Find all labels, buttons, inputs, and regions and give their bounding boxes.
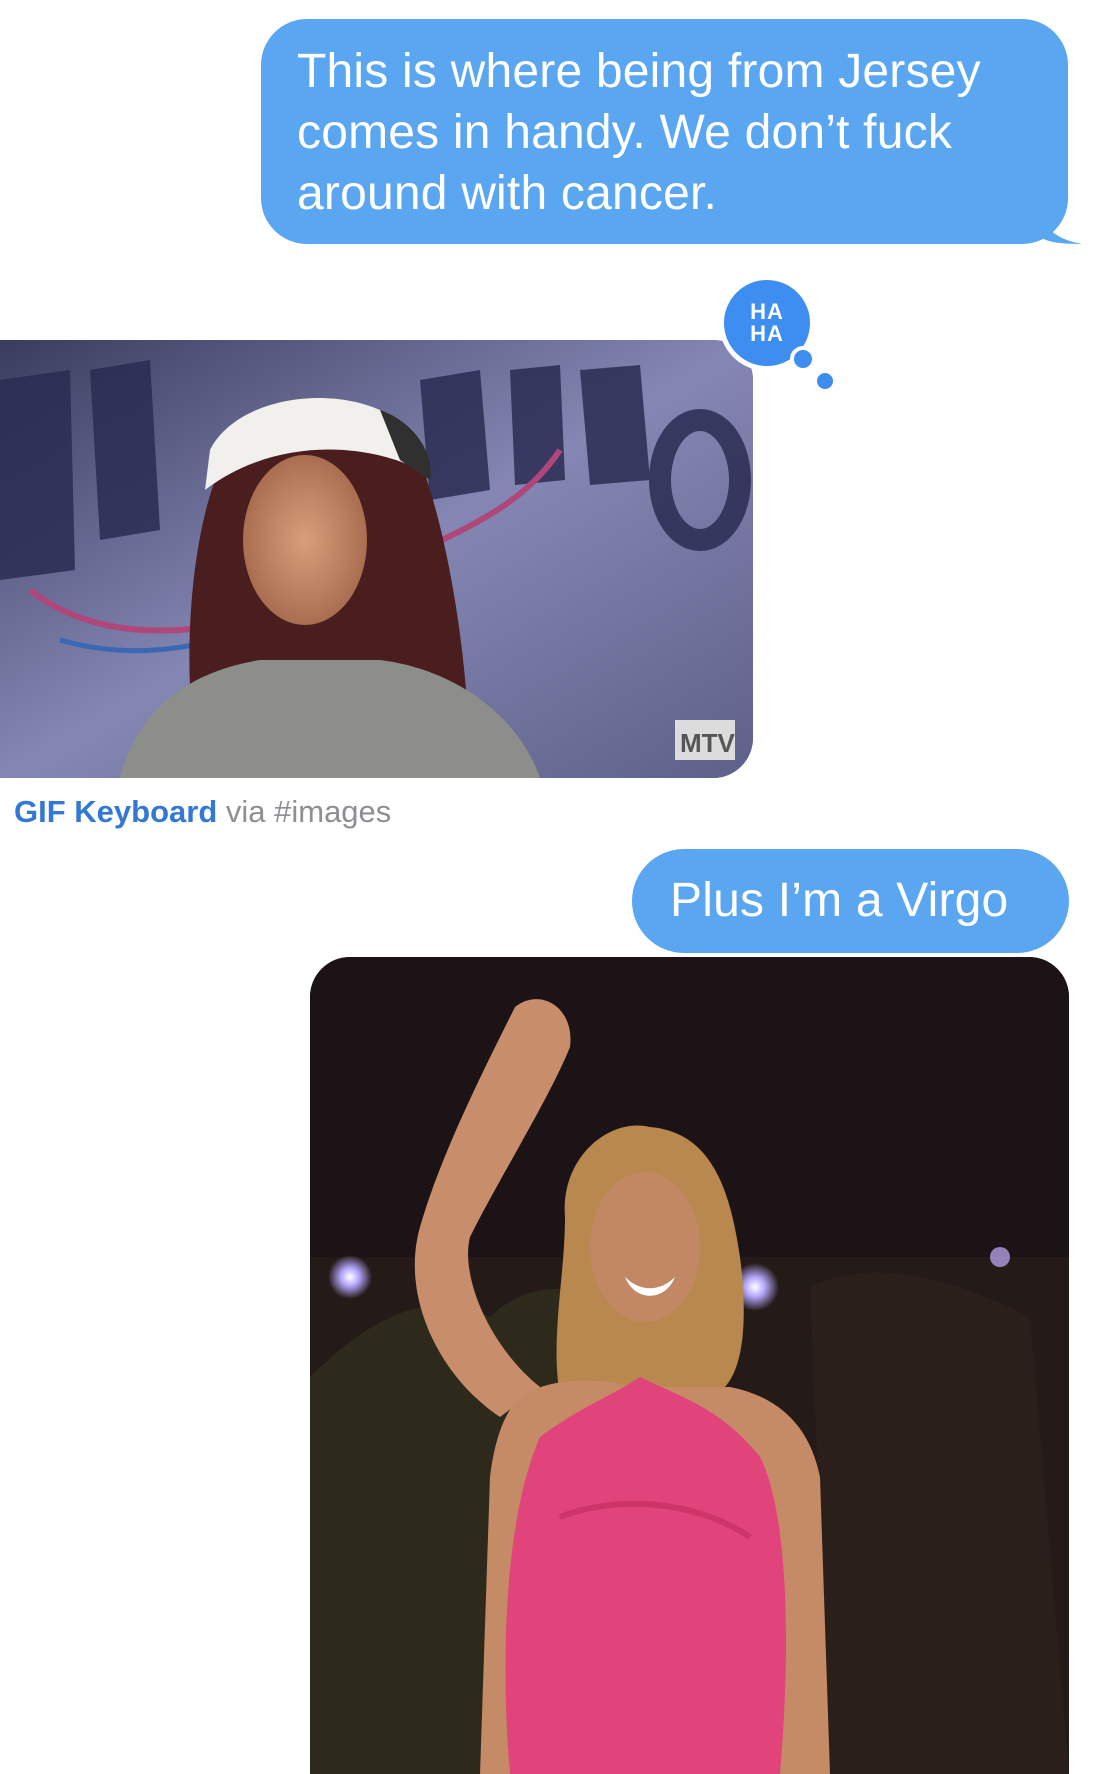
outgoing-message-bubble[interactable]: This is where being from Jersey comes in… [261, 19, 1082, 244]
mtv-logo-icon: MTV [675, 720, 736, 760]
svg-text:MTV: MTV [680, 728, 736, 758]
outgoing-gif-message[interactable] [310, 957, 1069, 1774]
tapback-dot [790, 346, 816, 372]
gif-caption: GIF Keyboard via #images [14, 793, 391, 831]
outgoing-message-bubble[interactable]: Plus I’m a Virgo [632, 849, 1069, 953]
tapback-dot-small [817, 373, 833, 389]
gif-caption-via: via #images [217, 794, 392, 829]
gif-image: MTV [0, 340, 753, 778]
bubble-tail-icon [1042, 204, 1082, 244]
message-text: Plus I’m a Virgo [670, 874, 1009, 927]
messages-thread: This is where being from Jersey comes in… [0, 0, 1107, 1774]
message-text: This is where being from Jersey comes in… [297, 45, 981, 220]
incoming-gif-message[interactable]: MTV [0, 340, 753, 778]
gif-image [310, 957, 1069, 1774]
gif-keyboard-link[interactable]: GIF Keyboard [14, 794, 217, 829]
